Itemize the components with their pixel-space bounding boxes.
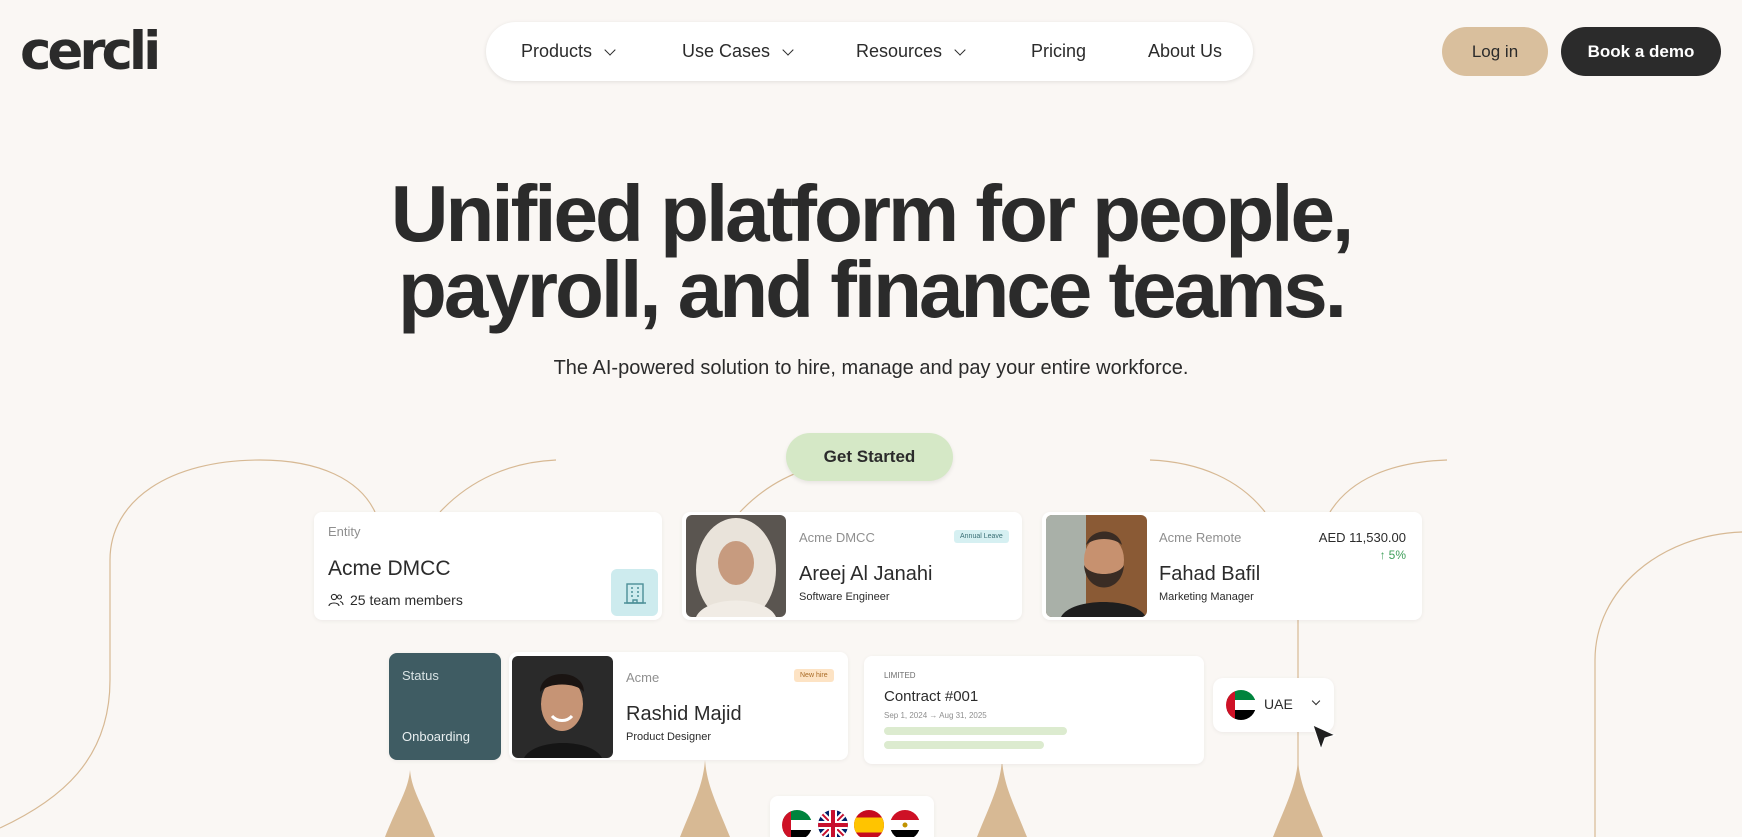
employee-photo [1046, 515, 1147, 617]
nav-item-label: About Us [1148, 41, 1223, 61]
nav-item-pricing[interactable]: Pricing [1031, 22, 1086, 81]
contract-dates: Sep 1, 2024 → Aug 31, 2025 [884, 711, 987, 720]
nav-item-label: Products [521, 41, 593, 61]
salary-change-value: 5% [1388, 548, 1406, 562]
annual-leave-badge: Annual Leave [954, 530, 1009, 543]
employee-name: Fahad Bafil [1159, 563, 1261, 585]
contract-title: Contract #001 [884, 688, 979, 705]
employee-card: Acme Remote AED 11,530.00 ↑ 5% Fahad Baf… [1042, 512, 1422, 620]
nav-item-use-cases[interactable]: Use Cases [682, 22, 794, 81]
nav-item-products[interactable]: Products [521, 22, 616, 81]
nav-item-resources[interactable]: Resources [856, 22, 966, 81]
flag-uae-icon [782, 810, 812, 837]
brand-logo[interactable]: cercli [20, 22, 161, 82]
employee-photo [686, 515, 786, 617]
team-icon [328, 593, 344, 607]
building-icon [611, 569, 658, 616]
nav-item-label: Pricing [1031, 41, 1087, 61]
hero-title-line: Unified platform for people, [390, 169, 1354, 258]
nav-item-about-us[interactable]: About Us [1148, 22, 1222, 81]
cursor-icon [1312, 724, 1337, 751]
employee-card: Acme New hire Rashid Majid Product Desig… [509, 652, 848, 760]
flags-card [770, 796, 934, 837]
employee-name: Rashid Majid [626, 703, 742, 725]
get-started-button[interactable]: Get Started [786, 433, 953, 481]
main-nav: Products Use Cases Resources Pricing Abo… [486, 22, 1253, 81]
new-hire-badge: New hire [794, 669, 834, 682]
arrow-up-icon: ↑ [1379, 548, 1386, 562]
contract-tag: LIMITED [884, 671, 916, 680]
employee-company: Acme Remote [1159, 530, 1242, 545]
contract-progress-bar [884, 741, 1044, 749]
entity-label: Entity [328, 524, 361, 539]
employee-photo [512, 656, 613, 758]
country-value: UAE [1264, 696, 1293, 712]
login-button[interactable]: Log in [1442, 27, 1548, 76]
contract-progress-bar [884, 727, 1067, 735]
flag-uae-icon [1226, 690, 1256, 720]
nav-item-label: Use Cases [682, 41, 771, 61]
employee-role: Marketing Manager [1159, 591, 1254, 603]
salary-amount: AED 11,530.00 [1318, 530, 1406, 545]
entity-card: Entity Acme DMCC 25 team members [314, 512, 662, 620]
hero-title-line: payroll, and finance teams. [398, 245, 1347, 334]
status-label: Status [402, 668, 439, 683]
flag-uk-icon [818, 810, 848, 837]
chevron-down-icon [782, 43, 794, 56]
members-count: 25 team members [350, 592, 463, 608]
status-card: Status Onboarding [389, 653, 501, 760]
employee-card: Acme DMCC Annual Leave Areej Al Janahi S… [682, 512, 1022, 620]
employee-company: Acme DMCC [799, 530, 875, 545]
chevron-down-icon [1311, 696, 1321, 706]
chevron-down-icon [954, 43, 966, 56]
employee-role: Product Designer [626, 731, 711, 743]
hero-subtitle: The AI-powered solution to hire, manage … [553, 357, 1189, 379]
book-demo-button[interactable]: Book a demo [1561, 27, 1721, 76]
entity-members: 25 team members [328, 592, 463, 608]
hero-title: Unified platform for people, payroll, an… [0, 169, 1742, 334]
employee-company: Acme [626, 670, 660, 685]
salary-change: ↑ 5% [1380, 548, 1406, 562]
contract-card: LIMITED Contract #001 Sep 1, 2024 → Aug … [864, 656, 1204, 764]
flag-spain-icon [854, 810, 884, 837]
status-value: Onboarding [402, 729, 470, 744]
employee-name: Areej Al Janahi [799, 563, 933, 585]
nav-item-label: Resources [856, 41, 943, 61]
flag-egypt-icon [890, 810, 920, 837]
entity-name: Acme DMCC [328, 557, 451, 580]
employee-role: Software Engineer [799, 591, 890, 603]
chevron-down-icon [604, 43, 616, 56]
